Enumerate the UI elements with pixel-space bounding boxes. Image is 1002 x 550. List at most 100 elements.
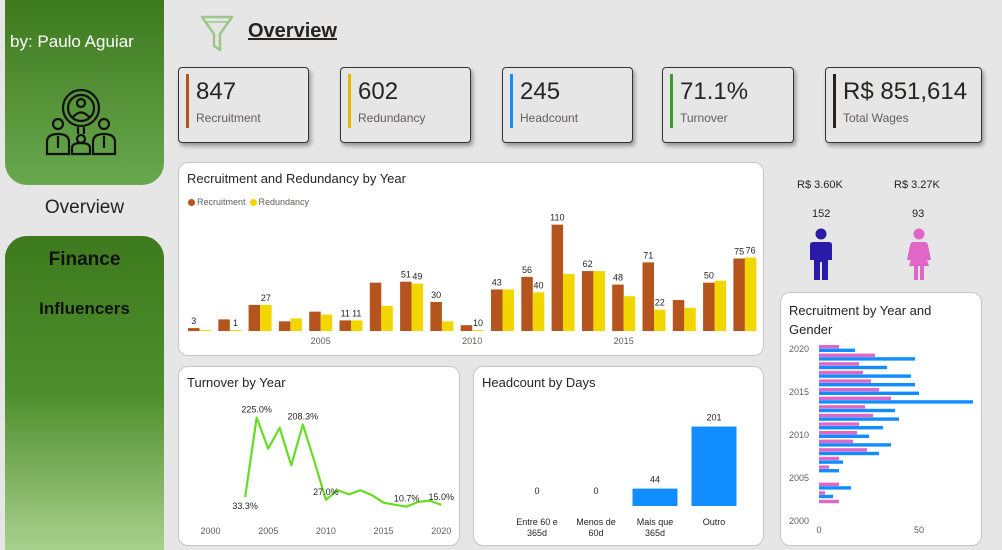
data-label: 110 [550, 213, 564, 223]
bar-female-2016 [819, 379, 871, 383]
kpi-accent-bar [510, 74, 513, 128]
kpi-card-total-wages[interactable]: R$ 851,614 Total Wages [825, 67, 982, 143]
bar-recruitment-2007 [369, 282, 382, 331]
bar-male-2014 [819, 400, 973, 404]
x-tick-label: 2005 [311, 336, 331, 346]
x-tick-label: Outro [703, 517, 726, 527]
recruitment-gender-chart[interactable]: Recruitment by Year and Gender 2020 2015 2… [780, 292, 982, 546]
bar-recruitment-2003 [248, 304, 261, 331]
kpi-label: Redundancy [358, 111, 426, 125]
bar-recruitment-2011 [491, 289, 503, 331]
kpi-value: 245 [520, 78, 561, 105]
bar-redundancy-2004 [290, 318, 302, 331]
bar-headcount-2 [632, 488, 678, 506]
kpi-accent-bar [348, 74, 351, 128]
kpi-card-recruitment[interactable]: 847 Recruitment [178, 67, 309, 143]
x-tick-label: 2010 [462, 336, 482, 346]
bar-redundancy-2016 [654, 309, 666, 331]
bar-redundancy-2008 [411, 283, 424, 331]
nav-influencers[interactable]: Influencers [5, 299, 164, 319]
x-tick-label: 2000 [201, 526, 221, 536]
x-tick-label: Entre 60 e [516, 517, 558, 527]
bar-recruitment-2010 [460, 325, 473, 331]
female-avg-wage: R$ 3.27K [894, 179, 940, 191]
bar-recruitment-2001 [188, 328, 200, 331]
data-label: 33.3% [232, 501, 258, 511]
bar-male-2010 [819, 434, 869, 438]
data-label: 50 [704, 271, 714, 281]
recruitment-redundancy-plot: 3115130435611062487150752412711491040227… [188, 213, 757, 346]
x-tick-label: 2015 [374, 526, 394, 536]
bar-redundancy-2006 [351, 320, 363, 331]
headcount-days-plot: 0Entre 60 e365d0Menos de60d44Mais que365… [516, 413, 737, 538]
kpi-card-headcount[interactable]: 245 Headcount [502, 67, 633, 143]
bar-male-2006 [819, 469, 839, 473]
y-tick-label: 2005 [789, 473, 809, 483]
headcount-days-chart[interactable]: Headcount by Days 0 Entre 60 e 365d 0 Menos … [473, 366, 764, 546]
bar-male-2007 [819, 460, 843, 464]
bar-male-2019 [819, 357, 915, 361]
data-label: 1 [233, 318, 238, 328]
data-label: 27.0% [313, 487, 339, 497]
bar-male-2012 [819, 417, 899, 421]
bar-female-2017 [819, 370, 863, 375]
turnover-plot: 33.3% 225.0% 208.3% 27.0% 10.7% 15.0% 2000 2005… [201, 405, 454, 536]
bar-redundancy-2015 [623, 296, 636, 331]
y-tick-label: 2010 [789, 430, 809, 440]
x-tick-label: 365d [645, 528, 665, 538]
data-label: 11 [341, 308, 350, 318]
bar-male-2020 [819, 348, 855, 352]
bar-female-2020 [819, 345, 839, 349]
bar-male-2016 [819, 383, 915, 387]
data-label: 30 [431, 290, 441, 300]
bar-female-2008 [819, 448, 867, 452]
bar-female-2018 [819, 362, 859, 366]
bar-recruitment-2008 [400, 281, 412, 331]
data-label: 15.0% [428, 492, 454, 502]
recruitment-redundancy-chart[interactable]: Recruitment and Redundancy by Year Recru… [178, 162, 764, 356]
bar-male-2004 [819, 486, 851, 490]
bar-redundancy-2010 [472, 330, 484, 331]
data-label: 11 [352, 308, 361, 318]
bar-redundancy-2007 [381, 305, 393, 331]
kpi-accent-bar [670, 74, 673, 128]
x-tick-label: 60d [588, 528, 603, 538]
kpi-value: 71.1% [680, 78, 749, 105]
author-label: by: Paulo Aguiar [10, 32, 134, 51]
bar-redundancy-2009 [441, 321, 454, 331]
kpi-card-redundancy[interactable]: 602 Redundancy [340, 67, 471, 143]
bar-recruitment-2019 [733, 258, 745, 331]
bar-recruitment-2009 [430, 302, 442, 331]
team-search-icon [45, 88, 117, 156]
female-icon [907, 228, 931, 280]
bar-female-2015 [819, 388, 879, 392]
turnover-chart[interactable]: Turnover by Year 33.3% 225.0% 208.3% 27.0% 1… [178, 366, 460, 546]
data-label: 10.7% [394, 494, 420, 504]
nav-finance[interactable]: Finance [5, 249, 164, 271]
kpi-label: Turnover [680, 111, 728, 125]
data-label: 56 [522, 265, 532, 275]
bar-female-2014 [819, 396, 891, 400]
bar-male-2009 [819, 443, 891, 447]
nav-overview[interactable]: Overview [5, 197, 164, 219]
bar-recruitment-2016 [642, 262, 654, 331]
bar-redundancy-2001 [199, 330, 211, 331]
kpi-label: Total Wages [843, 111, 909, 125]
bar-female-2006 [819, 465, 829, 469]
bar-female-2011 [819, 422, 859, 426]
bar-recruitment-2014 [581, 271, 594, 331]
bar-redundancy-2013 [563, 273, 575, 331]
kpi-value: 847 [196, 78, 237, 105]
bar-headcount-3 [691, 426, 737, 506]
bar-redundancy-2002 [229, 330, 242, 331]
bar-female-2019 [819, 353, 875, 357]
bar-recruitment-2015 [612, 284, 624, 331]
bar-female-2009 [819, 439, 853, 443]
data-label: 76 [746, 246, 756, 256]
kpi-card-turnover[interactable]: 71.1% Turnover [662, 67, 794, 143]
filter-icon[interactable] [200, 14, 234, 54]
male-icon [810, 228, 832, 280]
data-label: 40 [534, 280, 544, 290]
x-tick-label: 2015 [614, 336, 634, 346]
bar-recruitment-2002 [218, 319, 230, 331]
